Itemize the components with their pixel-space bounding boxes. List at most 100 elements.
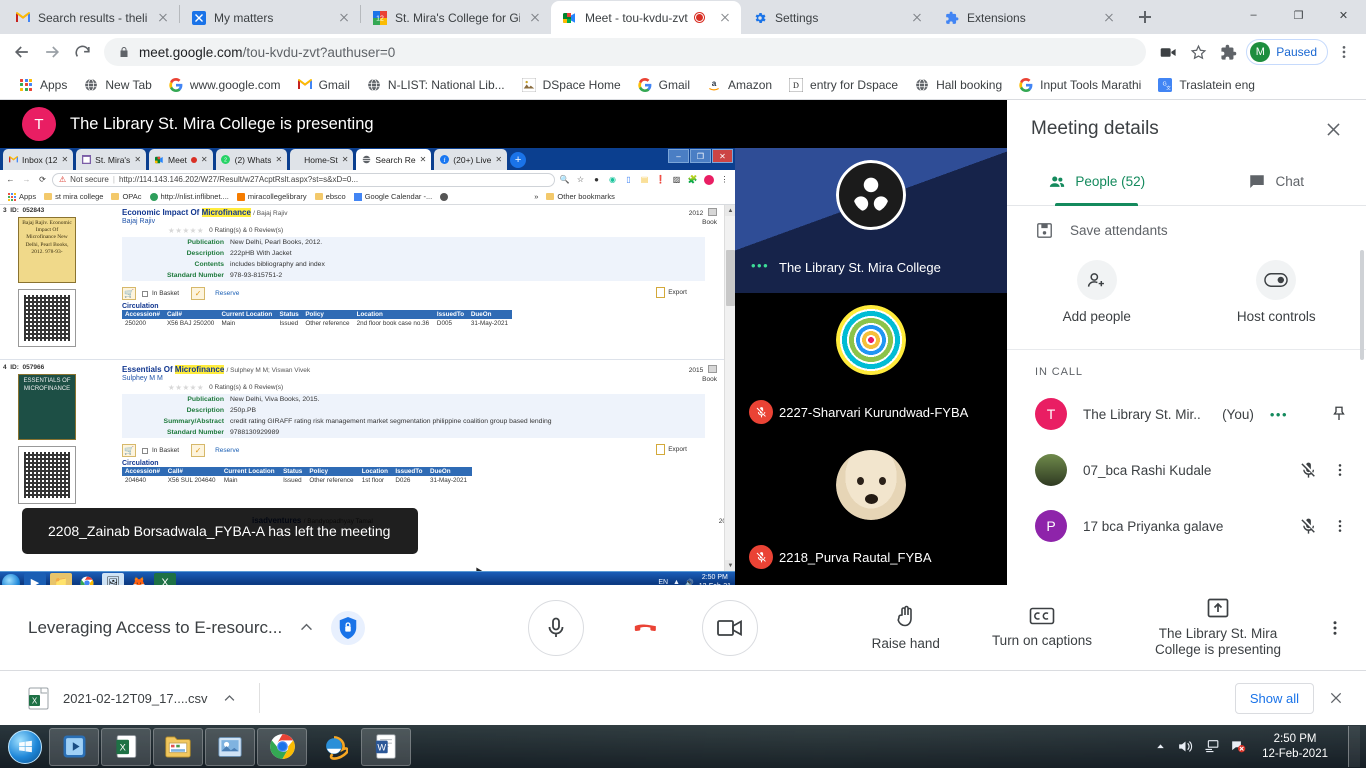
bookmark-item-google[interactable]: www.google.com [160, 74, 289, 96]
pin-icon[interactable] [1330, 405, 1348, 423]
bookmark-item-hall-booking[interactable]: Hall booking [906, 74, 1010, 96]
page-scrollbar[interactable]: ▲ ▼ [724, 205, 735, 571]
record-title[interactable]: Economic Impact Of Microfinance / Bajaj … [122, 208, 705, 217]
bookmark-item-new-tab[interactable]: New Tab [75, 74, 159, 96]
window-maximize-button[interactable]: ❐ [1276, 0, 1321, 30]
tab-close-icon[interactable] [336, 10, 352, 26]
taskbar-photos-button[interactable] [205, 728, 255, 766]
windows-start-button[interactable] [2, 727, 48, 767]
reserve-link[interactable]: Reserve [215, 447, 239, 454]
show-desktop-button[interactable] [1348, 726, 1360, 767]
bookmark-item-dspace-home[interactable]: DSpace Home [513, 74, 629, 96]
bookmark-item-gmail-2[interactable]: Gmail [629, 74, 698, 96]
microphone-button[interactable] [528, 600, 584, 656]
chevron-up-icon[interactable] [222, 691, 237, 706]
close-icon[interactable] [1318, 114, 1348, 144]
shield-lock-icon[interactable] [331, 611, 365, 645]
tab-close-icon[interactable] [527, 10, 543, 26]
browser-tab-4[interactable]: Settings [741, 1, 933, 34]
tab-close-icon[interactable] [717, 10, 733, 26]
profile-button[interactable]: M Paused [1246, 39, 1328, 65]
end-call-button[interactable] [609, 600, 677, 656]
panel-scrollbar[interactable] [1360, 250, 1364, 360]
participant-tile-0[interactable]: ••• The Library St. Mira College [735, 148, 1007, 293]
scrollbar-thumb[interactable] [726, 250, 735, 306]
browser-tab-2[interactable]: 12 St. Mira's College for Gir [361, 1, 551, 34]
kebab-menu-icon[interactable] [1332, 518, 1348, 534]
camera-icon[interactable] [1154, 38, 1182, 66]
taskbar-excel-button[interactable]: X [101, 728, 151, 766]
tab-close-icon[interactable] [155, 10, 171, 26]
taskbar-clock[interactable]: 2:50 PM 12-Feb-2021 [1256, 732, 1334, 762]
scroll-down-arrow-icon[interactable]: ▼ [725, 560, 735, 571]
browser-tab-1[interactable]: My matters [180, 1, 360, 34]
volume-icon[interactable] [1177, 739, 1194, 754]
raise-hand-button[interactable]: Raise hand [846, 604, 966, 652]
close-icon[interactable] [1328, 690, 1352, 706]
scroll-up-arrow-icon[interactable]: ▲ [725, 205, 735, 216]
export-action[interactable]: Export [656, 444, 687, 455]
network-icon[interactable] [1204, 739, 1220, 754]
bookmark-item-apps[interactable]: Apps [10, 74, 75, 96]
star-icon[interactable] [1184, 38, 1212, 66]
participant-tile-1[interactable]: 2227-Sharvari Kurundwad-FYBA [735, 293, 1007, 438]
kebab-menu-icon[interactable] [1332, 462, 1348, 478]
tab-chat[interactable]: Chat [1187, 158, 1366, 205]
cell: Other reference [306, 476, 358, 485]
taskbar-chrome-button[interactable] [257, 728, 307, 766]
participant-row-1[interactable]: 07_bca Rashi Kudale [1007, 442, 1366, 498]
gear-icon [752, 10, 768, 26]
save-attendants-row[interactable]: Save attendants [1007, 206, 1366, 254]
record-title[interactable]: Essentials Of Microfinance / Sulphey M M… [122, 365, 705, 374]
new-tab-button[interactable] [1131, 3, 1159, 31]
extensions-icon[interactable] [1214, 38, 1242, 66]
download-item[interactable]: X 2021-02-12T09_17....csv [14, 687, 237, 710]
record-author[interactable]: Sulphey M M [122, 375, 705, 382]
bookmark-item-entry-for-dspace[interactable]: D entry for Dspace [780, 74, 906, 96]
show-hidden-icons-icon[interactable] [1154, 740, 1167, 753]
participant-row-2[interactable]: P 17 bca Priyanka galave [1007, 498, 1366, 554]
field-value: includes bibliography and index [230, 259, 325, 270]
host-controls-button[interactable]: Host controls [1187, 260, 1366, 349]
participant-row-0[interactable]: T The Library St. Mir... (You) ••• [1007, 386, 1366, 442]
reserve-link[interactable]: Reserve [215, 290, 239, 297]
kebab-menu-icon[interactable] [1330, 38, 1358, 66]
browser-tab-0[interactable]: Search results - thelibrar [4, 1, 179, 34]
shared-tab-5-active: Search Re ✕ [356, 149, 431, 170]
tab-close-icon[interactable] [1101, 10, 1117, 26]
tab-people[interactable]: People (52) [1007, 158, 1187, 205]
participant-tile-2[interactable]: 2218_Purva Rautal_FYBA [735, 438, 1007, 583]
reload-button[interactable] [68, 38, 96, 66]
browser-tab-3-active[interactable]: Meet - tou-kvdu-zvt [551, 1, 741, 34]
forward-button[interactable] [38, 38, 66, 66]
bookmark-item-nlist[interactable]: N-LIST: National Lib... [358, 74, 513, 96]
bookmark-item-gmail[interactable]: Gmail [289, 74, 358, 96]
bookmark-item-input-tools-marathi[interactable]: Input Tools Marathi [1010, 74, 1149, 96]
tab-close-icon[interactable] [909, 10, 925, 26]
taskbar-word-button[interactable]: W [361, 728, 411, 766]
window-minimize-button[interactable]: – [1231, 0, 1276, 30]
bookmark-item-translate[interactable]: G文 Traslatein eng [1149, 74, 1263, 96]
shared-bookmark-opac: OPAc [107, 191, 145, 202]
taskbar-explorer-button[interactable] [153, 728, 203, 766]
taskbar-media-player-button[interactable] [49, 728, 99, 766]
camera-button[interactable] [702, 600, 758, 656]
record-author[interactable]: Bajaj Rajiv [122, 218, 705, 225]
captions-button[interactable]: Turn on captions [966, 606, 1118, 649]
dspace-icon: D [788, 77, 804, 93]
bookmark-item-amazon[interactable]: a Amazon [698, 74, 780, 96]
browser-tab-5[interactable]: Extensions [933, 1, 1125, 34]
window-close-button[interactable]: ✕ [1321, 0, 1366, 30]
address-bar[interactable]: meet.google.com/tou-kvdu-zvt?authuser=0 [104, 38, 1146, 66]
chevron-up-icon[interactable] [298, 619, 315, 636]
add-people-button[interactable]: Add people [1007, 260, 1187, 349]
present-status-button[interactable]: The Library St. Mira College is presenti… [1118, 597, 1318, 658]
taskbar-internet-explorer-button[interactable] [309, 728, 359, 766]
action-center-icon[interactable] [1230, 739, 1246, 754]
show-all-downloads-button[interactable]: Show all [1235, 683, 1314, 714]
more-options-button[interactable] [1318, 606, 1352, 650]
dog-photo [836, 450, 906, 520]
back-button[interactable] [8, 38, 36, 66]
qr-code [18, 289, 76, 347]
export-action[interactable]: Export [656, 287, 687, 298]
